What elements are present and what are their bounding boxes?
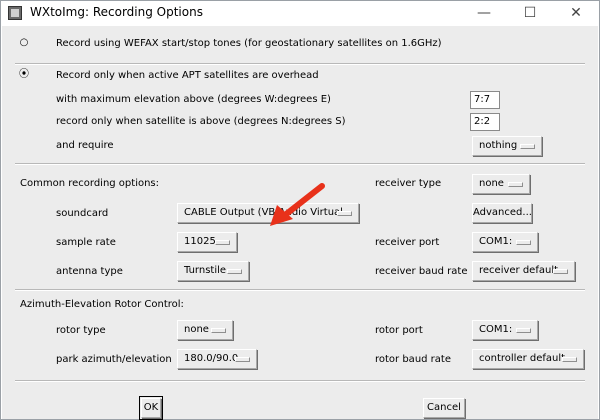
radio-unselected-icon: ○: [19, 37, 29, 48]
option-menu-indicator-icon: [516, 240, 531, 245]
require-menu-button[interactable]: nothing: [472, 136, 542, 156]
rotor-type-label: rotor type: [56, 325, 106, 336]
receiver-port-value: COM1:: [479, 236, 513, 247]
option-menu-indicator-icon: [211, 328, 226, 333]
require-value: nothing: [479, 140, 518, 151]
divider: [15, 163, 585, 165]
sample-rate-label: sample rate: [56, 237, 116, 248]
option-menu-indicator-icon: [553, 269, 568, 274]
park-value: 180.0/90.0: [184, 353, 239, 364]
park-menu-button[interactable]: 180.0/90.0: [177, 349, 257, 369]
wefax-label[interactable]: Record using WEFAX start/stop tones (for…: [56, 38, 442, 49]
option-menu-indicator-icon: [215, 240, 230, 245]
rotor-baud-value: controller default: [479, 353, 566, 364]
rotor-port-label: rotor port: [375, 325, 423, 336]
receiver-type-label: receiver type: [375, 178, 442, 189]
apt-label[interactable]: Record only when active APT satellites a…: [56, 70, 319, 81]
rotor-baud-menu-button[interactable]: controller default: [472, 349, 584, 369]
rotor-baud-label: rotor baud rate: [375, 354, 451, 365]
ok-button[interactable]: OK: [141, 398, 161, 418]
sample-rate-value: 11025: [184, 236, 216, 247]
receiver-type-value: none: [479, 178, 504, 189]
radio-apt[interactable]: ⦿: [19, 70, 29, 80]
max-elevation-label: with maximum elevation above (degrees W:…: [56, 94, 331, 105]
max-elevation-input[interactable]: 7:7: [470, 91, 500, 109]
dialog-content: ○ Record using WEFAX start/stop tones (f…: [2, 26, 598, 420]
advanced-button[interactable]: Advanced...: [472, 203, 532, 223]
receiver-type-menu-button[interactable]: none: [472, 174, 530, 194]
sample-rate-menu-button[interactable]: 11025: [177, 232, 237, 252]
radio-wefax[interactable]: ○: [19, 38, 29, 48]
window-title: WXtoImg: Recording Options: [30, 5, 203, 19]
antenna-type-menu-button[interactable]: Turnstile: [177, 261, 249, 281]
rotor-control-heading: Azimuth-Elevation Rotor Control:: [20, 299, 184, 310]
receiver-baud-value: receiver default: [479, 265, 559, 276]
require-label: and require: [56, 140, 114, 151]
app-icon: [8, 6, 22, 20]
rotor-type-value: none: [184, 324, 209, 335]
option-menu-indicator-icon: [235, 357, 250, 362]
receiver-baud-menu-button[interactable]: receiver default: [472, 261, 575, 281]
receiver-baud-label: receiver baud rate: [375, 266, 468, 277]
maximize-button[interactable]: ☐: [507, 1, 553, 25]
recording-options-window: WXtoImg: Recording Options — ☐ ✕ ○ Recor…: [0, 0, 600, 420]
divider: [15, 63, 585, 65]
rotor-port-menu-button[interactable]: COM1:: [472, 320, 538, 340]
title-bar[interactable]: WXtoImg: Recording Options — ☐ ✕: [1, 1, 599, 25]
close-button[interactable]: ✕: [553, 1, 599, 25]
antenna-type-value: Turnstile: [184, 265, 227, 276]
park-label: park azimuth/elevation: [56, 354, 172, 365]
antenna-type-label: antenna type: [56, 266, 123, 277]
receiver-port-label: receiver port: [375, 237, 440, 248]
divider: [15, 380, 585, 382]
option-menu-indicator-icon: [337, 211, 352, 216]
satellite-above-label: record only when satellite is above (deg…: [56, 116, 346, 127]
divider: [15, 289, 585, 291]
soundcard-label: soundcard: [56, 208, 109, 219]
radio-selected-icon: ⦿: [19, 69, 29, 80]
satellite-above-input[interactable]: 2:2: [470, 113, 500, 131]
option-menu-indicator-icon: [562, 357, 577, 362]
option-menu-indicator-icon: [516, 328, 531, 333]
receiver-port-menu-button[interactable]: COM1:: [472, 232, 538, 252]
common-options-heading: Common recording options:: [20, 178, 160, 189]
minimize-button[interactable]: —: [461, 1, 507, 25]
option-menu-indicator-icon: [520, 144, 535, 149]
rotor-type-menu-button[interactable]: none: [177, 320, 233, 340]
option-menu-indicator-icon: [227, 269, 242, 274]
cancel-button[interactable]: Cancel: [423, 398, 465, 418]
rotor-port-value: COM1:: [479, 324, 513, 335]
option-menu-indicator-icon: [508, 182, 523, 187]
red-arrow-annotation: [270, 183, 325, 226]
